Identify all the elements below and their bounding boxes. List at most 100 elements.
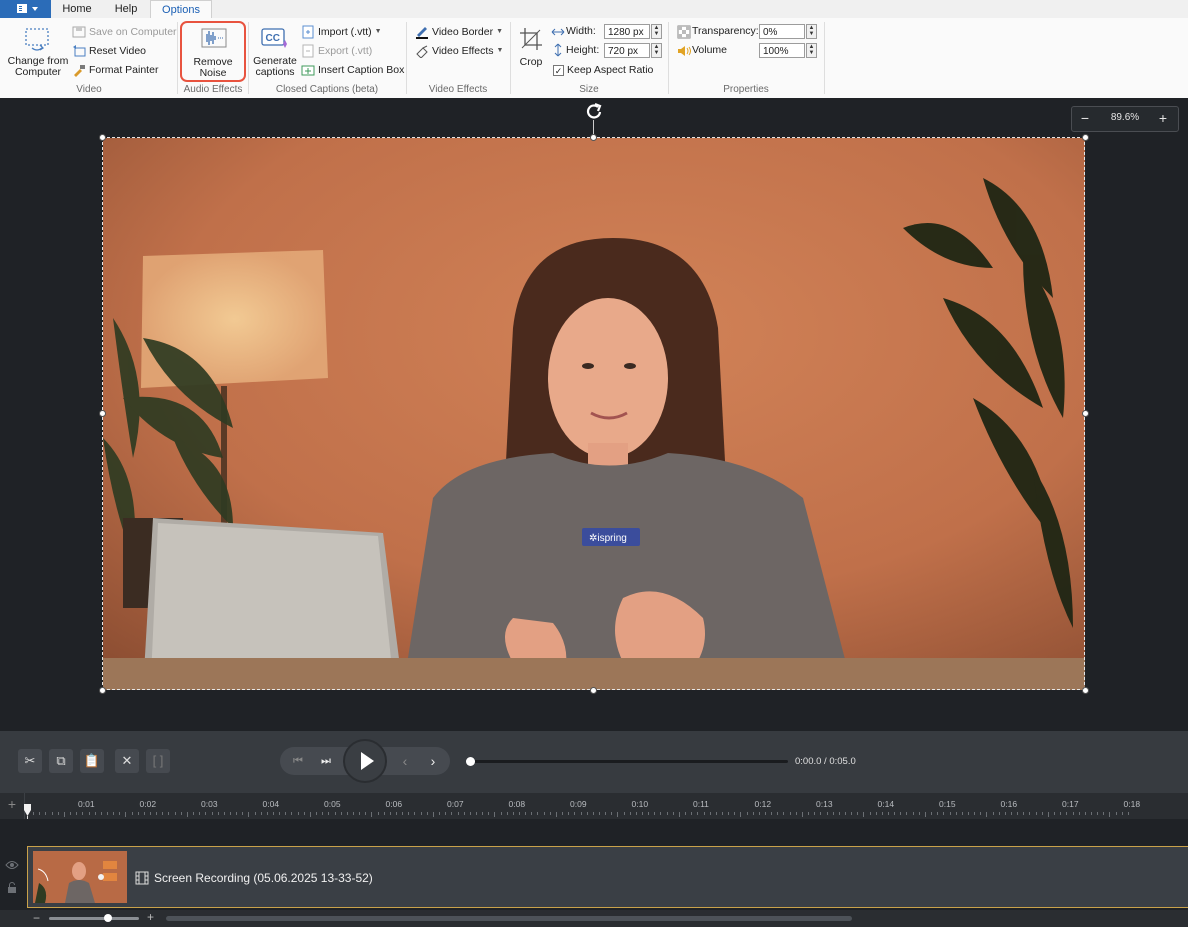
app-menu-button[interactable] [0,0,51,18]
remove-noise-button[interactable]: Remove Noise [180,21,246,82]
insert-caption-box-button[interactable]: Insert Caption Box [301,62,404,78]
resize-handle[interactable] [1082,687,1089,694]
generate-captions-button[interactable]: CC Generate captions [252,22,298,82]
timeline-zoom-in-button[interactable]: + [147,910,154,924]
cut-button[interactable]: ✂ [18,749,42,773]
keep-aspect-ratio-label: Keep Aspect Ratio [567,64,654,76]
tab-home[interactable]: Home [56,0,98,18]
ruler-tick-label: 0:14 [877,799,895,809]
play-button[interactable] [343,739,387,783]
chevron-down-icon: ▼ [374,28,382,35]
volume-stepper[interactable]: ▲ ▼ [806,43,817,58]
ruler-tick-mark [937,812,939,815]
resize-handle[interactable] [99,410,106,417]
ruler-tick-mark [1127,812,1129,815]
ruler-tick-mark [974,812,976,815]
ruler-tick-mark [967,812,969,815]
insert-caption-box-label: Insert Caption Box [318,64,405,76]
previous-frame-button[interactable]: ‹ [395,751,415,771]
resize-handle[interactable] [590,687,597,694]
height-field[interactable]: 720 px [604,43,650,58]
ruler-tick-label: 0:07 [447,799,464,809]
tab-help[interactable]: Help [104,0,148,18]
change-from-computer-button[interactable]: Change from Computer [6,22,70,82]
timeline-zoom-slider[interactable] [49,917,139,920]
video-effects-button[interactable]: Video Effects ▼ [415,43,503,59]
chevron-down-icon: ▼ [496,47,504,54]
crop-button[interactable]: Crop [514,24,548,80]
split-icon: [ ] [152,753,164,768]
height-stepper[interactable]: ▲ ▼ [651,43,662,58]
ruler-tick-mark [771,812,773,815]
transparency-stepper[interactable]: ▲ ▼ [806,24,817,39]
video-border-button[interactable]: Video Border ▼ [415,24,503,40]
chevron-right-icon: › [430,753,436,769]
ruler-tick-mark [660,812,662,815]
keep-aspect-ratio-checkbox[interactable]: ✓ Keep Aspect Ratio [553,62,653,78]
resize-handle[interactable] [99,134,106,141]
volume-field[interactable]: 100% [759,43,805,58]
ruler-tick-mark [986,812,988,817]
group-label-audio-effects: Audio Effects [183,84,243,95]
ruler-tick-label: 0:13 [816,799,833,809]
ruler-tick-mark [125,812,127,817]
skip-forward-icon: ⏭ [321,755,331,767]
add-track-button[interactable]: + [4,796,20,812]
seek-thumb[interactable] [466,757,475,766]
format-painter-button[interactable]: Format Painter [72,62,158,78]
video-clip[interactable]: Screen Recording (05.06.2025 13-33-52) [27,846,1188,908]
ruler-tick-mark [537,812,539,815]
export-vtt-label: Export (.vtt) [318,45,373,57]
ruler-tick-mark [586,812,588,815]
timeline-horizontal-scrollbar[interactable] [166,916,852,921]
zoom-out-button[interactable]: − [1078,110,1092,126]
timeline-zoom-out-button[interactable]: − [33,911,40,925]
width-stepper[interactable]: ▲ ▼ [651,24,662,39]
transparency-field[interactable]: 0% [759,24,805,39]
ruler-tick-mark [875,812,877,815]
lock-icon[interactable] [6,881,18,894]
save-on-computer-button[interactable]: Save on Computer [72,24,177,40]
delete-button[interactable]: ✕ [115,749,139,773]
playhead-icon[interactable] [24,804,32,818]
eye-icon[interactable] [5,859,19,871]
ruler-tick-mark [648,812,650,815]
ruler-tick-mark [568,812,570,815]
resize-handle[interactable] [1082,134,1089,141]
ruler-tick-mark [439,812,441,815]
ruler-tick-mark [377,812,379,815]
copy-button[interactable]: ⧉ [49,749,73,773]
tab-options[interactable]: Options [150,0,212,20]
resize-handle[interactable] [590,134,597,141]
export-vtt-button[interactable]: Export (.vtt) [301,43,372,59]
ruler-tick-mark [992,812,994,815]
import-vtt-button[interactable]: Import (.vtt) ▼ [301,24,382,40]
paste-button[interactable]: 📋 [80,749,104,773]
ruler-tick-mark [137,812,139,815]
ruler-tick-mark [273,812,274,815]
timeline-zoom-thumb[interactable] [104,914,112,922]
rotate-handle-icon[interactable] [584,101,604,121]
ruler-tick-mark [162,812,164,815]
width-field[interactable]: 1280 px [604,24,650,39]
chevron-down-icon: ▼ [496,28,504,35]
ruler-tick-mark [961,812,963,815]
split-button[interactable]: [ ] [146,749,170,773]
reset-icon [73,45,86,57]
resize-handle[interactable] [1082,410,1089,417]
zoom-in-button[interactable]: + [1156,110,1170,126]
seek-bar[interactable] [470,760,788,763]
ruler-tick-mark [82,812,84,815]
go-to-start-button[interactable]: ⏮ [288,751,308,771]
remove-noise-label: Remove Noise [193,56,233,79]
ruler-tick-mark [279,812,281,815]
ruler-tick-mark [1035,812,1037,815]
ruler-tick-label: 0:16 [1000,799,1018,809]
resize-handle[interactable] [99,687,106,694]
ruler-tick-mark [598,812,600,815]
ruler-tick-mark [383,812,385,815]
reset-video-button[interactable]: Reset Video [72,43,146,59]
format-painter-icon [74,65,85,77]
next-frame-button[interactable]: › [423,751,443,771]
go-to-end-button[interactable]: ⏭ [316,751,336,771]
